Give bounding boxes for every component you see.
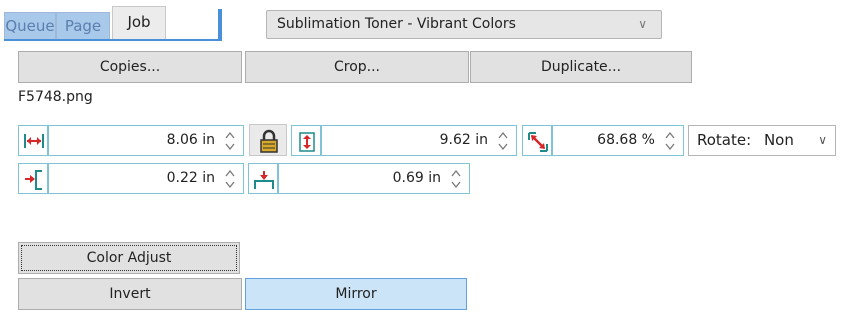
invert-button[interactable]: Invert (18, 278, 242, 310)
width-value: 8.06 in (166, 132, 215, 148)
tab-scroll-edge (218, 9, 222, 39)
left-offset-icon (18, 163, 48, 194)
height-spinner[interactable] (497, 129, 509, 153)
color-adjust-button[interactable]: Color Adjust (18, 242, 240, 274)
scale-field[interactable]: 68.68 % (552, 125, 684, 156)
chevron-down-icon: ∨ (638, 17, 647, 31)
height-value: 9.62 in (439, 132, 488, 148)
copies-button[interactable]: Copies... (18, 51, 242, 83)
height-field[interactable]: 9.62 in (321, 125, 517, 156)
top-offset-value: 0.69 in (392, 170, 441, 186)
tab-job[interactable]: Job (112, 6, 166, 40)
left-offset-spinner[interactable] (224, 167, 236, 191)
rotate-value: Non (763, 131, 794, 149)
scale-value: 68.68 % (597, 132, 655, 148)
file-name: F5748.png (18, 89, 93, 105)
aspect-lock-button[interactable] (249, 124, 287, 156)
width-field[interactable]: 8.06 in (48, 125, 244, 156)
left-offset-value: 0.22 in (166, 170, 215, 186)
left-offset-field[interactable]: 0.22 in (48, 163, 244, 194)
rotate-label: Rotate: (697, 131, 752, 149)
top-offset-icon (248, 163, 278, 194)
top-offset-field[interactable]: 0.69 in (278, 163, 470, 194)
top-offset-spinner[interactable] (450, 167, 462, 191)
tab-underline (4, 39, 222, 41)
crop-button[interactable]: Crop... (245, 51, 469, 83)
tab-page[interactable]: Page (56, 12, 110, 40)
profile-dropdown[interactable]: Sublimation Toner - Vibrant Colors ∨ (266, 10, 662, 39)
rotate-dropdown[interactable]: Rotate: Non ∨ (688, 125, 836, 156)
padlock-icon (260, 129, 278, 153)
scale-spinner[interactable] (664, 129, 676, 153)
width-spinner[interactable] (224, 129, 236, 153)
diagonal-scale-icon (522, 125, 552, 156)
duplicate-button[interactable]: Duplicate... (470, 51, 692, 83)
vertical-resize-icon (291, 125, 321, 156)
mirror-toggle-button[interactable]: Mirror (245, 278, 467, 310)
chevron-down-icon: ∨ (818, 133, 827, 147)
tab-queue[interactable]: Queue (4, 12, 56, 40)
profile-dropdown-value: Sublimation Toner - Vibrant Colors (277, 16, 516, 32)
horizontal-resize-icon (18, 125, 48, 156)
tab-bar: Queue Page Job (4, 6, 222, 40)
